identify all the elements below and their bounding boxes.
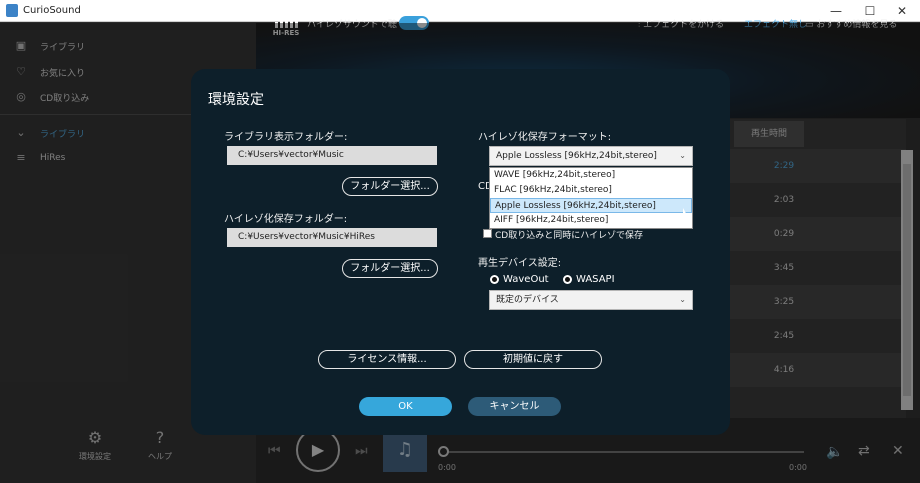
license-button[interactable]: ライセンス情報... — [318, 350, 456, 369]
app-icon — [6, 4, 18, 17]
format-dropdown-list: WAVE [96kHz,24bit,stereo] FLAC [96kHz,24… — [489, 167, 693, 229]
library-folder-select-button[interactable]: フォルダー選択... — [342, 177, 438, 196]
hires-folder-select-button[interactable]: フォルダー選択... — [342, 259, 438, 278]
radio-wasapi-label: WASAPI — [576, 274, 615, 285]
format-option-alac[interactable]: Apple Lossless [96kHz,24bit,stereo] — [490, 198, 692, 213]
device-label: 再生デバイス設定: — [478, 258, 562, 269]
library-folder-label: ライブラリ表示フォルダー: — [224, 132, 348, 143]
settings-dialog: 環境設定 — [191, 69, 730, 435]
chevron-down-icon: ⌄ — [679, 295, 686, 304]
radio-waveout-label: WaveOut — [503, 274, 549, 285]
format-select[interactable]: Apple Lossless [96kHz,24bit,stereo] ⌄ — [489, 146, 693, 166]
cd-hires-checkbox[interactable] — [483, 229, 492, 238]
cancel-button[interactable]: キャンセル — [468, 397, 561, 416]
radio-waveout-dot — [490, 275, 499, 284]
ok-button[interactable]: OK — [359, 397, 452, 416]
hires-folder-field[interactable]: C:¥Users¥vector¥Music¥HiRes — [227, 228, 437, 247]
radio-wasapi[interactable]: WASAPI — [563, 274, 615, 285]
device-select[interactable]: 既定のデバイス ⌄ — [489, 290, 693, 310]
reset-button[interactable]: 初期値に戻す — [464, 350, 602, 369]
window-title: CurioSound — [23, 5, 81, 16]
format-selected: Apple Lossless [96kHz,24bit,stereo] — [496, 151, 657, 161]
format-label: ハイレゾ化保存フォーマット: — [478, 132, 612, 143]
radio-wasapi-dot — [563, 275, 572, 284]
library-folder-field[interactable]: C:¥Users¥vector¥Music — [227, 146, 437, 165]
format-option-wave[interactable]: WAVE [96kHz,24bit,stereo] — [490, 168, 692, 183]
cd-hires-checkbox-label: CD取り込みと同時にハイレゾで保存 — [495, 231, 644, 241]
chevron-down-icon: ⌄ — [679, 151, 686, 160]
device-selected: 既定のデバイス — [496, 295, 559, 305]
mouse-cursor-icon — [683, 208, 688, 217]
dialog-title: 環境設定 — [208, 92, 264, 108]
format-option-aiff[interactable]: AIFF [96kHz,24bit,stereo] — [490, 213, 692, 228]
hires-folder-label: ハイレゾ化保存フォルダー: — [224, 214, 348, 225]
radio-waveout[interactable]: WaveOut — [490, 274, 549, 285]
format-option-flac[interactable]: FLAC [96kHz,24bit,stereo] — [490, 183, 692, 198]
